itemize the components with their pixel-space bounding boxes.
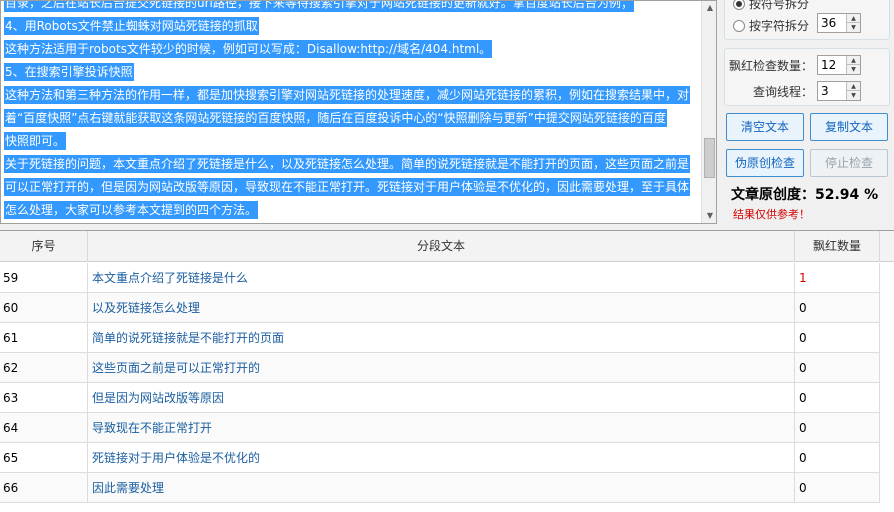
stepper-up-icon[interactable]: ▲ [846, 14, 860, 23]
split-by-punct-option[interactable]: 按符号拆分 [733, 0, 809, 12]
article-line: 这种方法和第三种方法的作用一样，都是加快搜索引擎对网站死链接的处理速度，减少网站… [4, 84, 690, 107]
table-row[interactable]: 60 以及死链接怎么处理 0 [0, 293, 880, 323]
split-chars-stepper[interactable]: 36 ▲ ▼ [817, 13, 861, 33]
query-threads-stepper[interactable]: 3 ▲ ▼ [817, 81, 861, 101]
stepper-down-icon[interactable]: ▼ [846, 65, 860, 74]
stepper-down-icon[interactable]: ▼ [846, 23, 860, 32]
stop-check-button[interactable]: 停止检查 [810, 149, 888, 177]
row-hot-count: 0 [795, 323, 880, 353]
split-by-punct-label: 按符号拆分 [749, 0, 810, 11]
article-textarea[interactable]: 目录，之后在站长后台提交死链接的url路径，接下来等待搜索引擎对于网站死链接的更… [0, 0, 717, 224]
article-line: 目录，之后在站长后台提交死链接的url路径，接下来等待搜索引擎对于网站死链接的更… [4, 1, 690, 15]
row-segment: 因此需要处理 [88, 473, 795, 503]
article-line: 5、在搜索引擎投诉快照 [4, 61, 690, 84]
row-segment: 死链接对于用户体验是不优化的 [88, 443, 795, 473]
header-index[interactable]: 序号 [0, 231, 88, 262]
table-row[interactable]: 66 因此需要处理 0 [0, 473, 880, 503]
table-row[interactable]: 61 简单的说死链接就是不能打开的页面 0 [0, 323, 880, 353]
article-line-text: 目录，之后在站长后台提交死链接的url路径，接下来等待搜索引擎对于网站死链接的更… [4, 1, 634, 12]
result-note: 结果仅供参考！ [733, 208, 810, 221]
check-originality-button[interactable]: 伪原创检查 [726, 149, 804, 177]
row-index: 59 [0, 263, 88, 293]
row-hot-count: 0 [795, 383, 880, 413]
article-text: 目录，之后在站长后台提交死链接的url路径，接下来等待搜索引擎对于网站死链接的更… [4, 1, 690, 222]
article-line: 4、用Robots文件禁止蜘蛛对网站死链接的抓取 [4, 15, 690, 38]
table-row[interactable]: 63 但是因为网站改版等原因 0 [0, 383, 880, 413]
row-segment: 简单的说死链接就是不能打开的页面 [88, 323, 795, 353]
article-line-text: 可以正常打开的，但是因为网站改版等原因，导致现在不能正常打开。死链接对于用户体验… [4, 178, 690, 196]
article-line: 可以正常打开的，但是因为网站改版等原因，导致现在不能正常打开。死链接对于用户体验… [4, 176, 690, 199]
article-line-text: 这种方法适用于robots文件较少的时候，例如可以写成：Disallow:htt… [4, 40, 493, 58]
article-line-text: 怎么处理，大家可以参考本文提到的四个方法。 [4, 201, 259, 219]
article-line-text: 关于死链接的问题，本文重点介绍了死链接是什么，以及死链接怎么处理。简单的说死链接… [4, 155, 690, 173]
article-line: 这种方法适用于robots文件较少的时候，例如可以写成：Disallow:htt… [4, 38, 690, 61]
header-segment[interactable]: 分段文本 [88, 231, 795, 262]
scroll-down-arrow-icon[interactable]: ▼ [702, 209, 716, 223]
article-line-text: 这种方法和第三种方法的作用一样，都是加快搜索引擎对网站死链接的处理速度，减少网站… [4, 86, 690, 104]
radio-unselected-icon[interactable] [733, 19, 745, 32]
article-line-text: 着“百度快照”点右键就能获取这条网站死链接的百度快照，随后在百度投诉中心的“快照… [4, 109, 667, 127]
copy-text-button[interactable]: 复制文本 [810, 113, 888, 141]
article-line: 快照即可。 [4, 130, 690, 153]
table-row[interactable]: 59 本文重点介绍了死链接是什么 1 [0, 263, 880, 293]
split-by-chars-option[interactable]: 按字符拆分 [733, 17, 809, 34]
split-chars-value: 36 [821, 16, 837, 30]
row-hot-count: 0 [795, 443, 880, 473]
header-hot-count[interactable]: 飘红数量 [795, 231, 880, 262]
article-line: 怎么处理，大家可以参考本文提到的四个方法。 [4, 199, 690, 222]
split-mode-group: 按符号拆分 按字符拆分 36 ▲ ▼ [724, 0, 890, 40]
segments-table: 序号 分段文本 飘红数量 59 本文重点介绍了死链接是什么 1 60 以及死链接… [0, 230, 894, 512]
scrollbar-thumb[interactable] [704, 138, 715, 178]
article-line: 着“百度快照”点右键就能获取这条网站死链接的百度快照，随后在百度投诉中心的“快照… [4, 107, 690, 130]
row-index: 62 [0, 353, 88, 383]
table-row[interactable]: 65 死链接对于用户体验是不优化的 0 [0, 443, 880, 473]
options-panel: 按符号拆分 按字符拆分 36 ▲ ▼ 飘红检查数量： 12 ▲ ▼ 查询线程： … [718, 0, 894, 230]
row-index: 63 [0, 383, 88, 413]
row-index: 66 [0, 473, 88, 503]
row-index: 60 [0, 293, 88, 323]
row-hot-count: 0 [795, 473, 880, 503]
hot-check-count-label: 飘红检查数量： [729, 59, 814, 73]
check-settings-group: 飘红检查数量： 12 ▲ ▼ 查询线程： 3 ▲ ▼ [724, 48, 890, 106]
article-line-text: 快照即可。 [4, 132, 67, 150]
table-header: 序号 分段文本 飘红数量 [0, 231, 894, 262]
row-segment: 但是因为网站改版等原因 [88, 383, 795, 413]
split-by-chars-label: 按字符拆分 [749, 19, 810, 33]
row-index: 61 [0, 323, 88, 353]
row-index: 65 [0, 443, 88, 473]
row-segment: 本文重点介绍了死链接是什么 [88, 263, 795, 293]
stepper-up-icon[interactable]: ▲ [846, 82, 860, 91]
article-line-text: 4、用Robots文件禁止蜘蛛对网站死链接的抓取 [4, 17, 259, 35]
row-segment: 导致现在不能正常打开 [88, 413, 795, 443]
table-row[interactable]: 64 导致现在不能正常打开 0 [0, 413, 880, 443]
clear-text-button[interactable]: 清空文本 [726, 113, 804, 141]
hot-check-count-stepper[interactable]: 12 ▲ ▼ [817, 55, 861, 75]
row-index: 64 [0, 413, 88, 443]
row-hot-count: 0 [795, 353, 880, 383]
hot-check-count-value: 12 [821, 58, 837, 72]
query-threads-label: 查询线程： [753, 85, 814, 99]
row-segment: 这些页面之前是可以正常打开的 [88, 353, 795, 383]
app-window: 目录，之后在站长后台提交死链接的url路径，接下来等待搜索引擎对于网站死链接的更… [0, 0, 894, 512]
stepper-up-icon[interactable]: ▲ [846, 56, 860, 65]
row-hot-count: 0 [795, 413, 880, 443]
row-hot-count: 0 [795, 293, 880, 323]
scroll-up-arrow-icon[interactable]: ▲ [702, 1, 716, 15]
stepper-down-icon[interactable]: ▼ [846, 91, 860, 100]
query-threads-value: 3 [821, 84, 829, 98]
row-hot-count: 1 [795, 263, 880, 293]
article-line-text: 5、在搜索引擎投诉快照 [4, 63, 134, 81]
table-row[interactable]: 62 这些页面之前是可以正常打开的 0 [0, 353, 880, 383]
row-segment: 以及死链接怎么处理 [88, 293, 795, 323]
originality-result: 文章原创度：52.94 % [731, 187, 879, 203]
article-line: 关于死链接的问题，本文重点介绍了死链接是什么，以及死链接怎么处理。简单的说死链接… [4, 153, 690, 176]
radio-selected-icon[interactable] [733, 0, 745, 10]
article-scrollbar[interactable]: ▲ ▼ [701, 1, 716, 223]
